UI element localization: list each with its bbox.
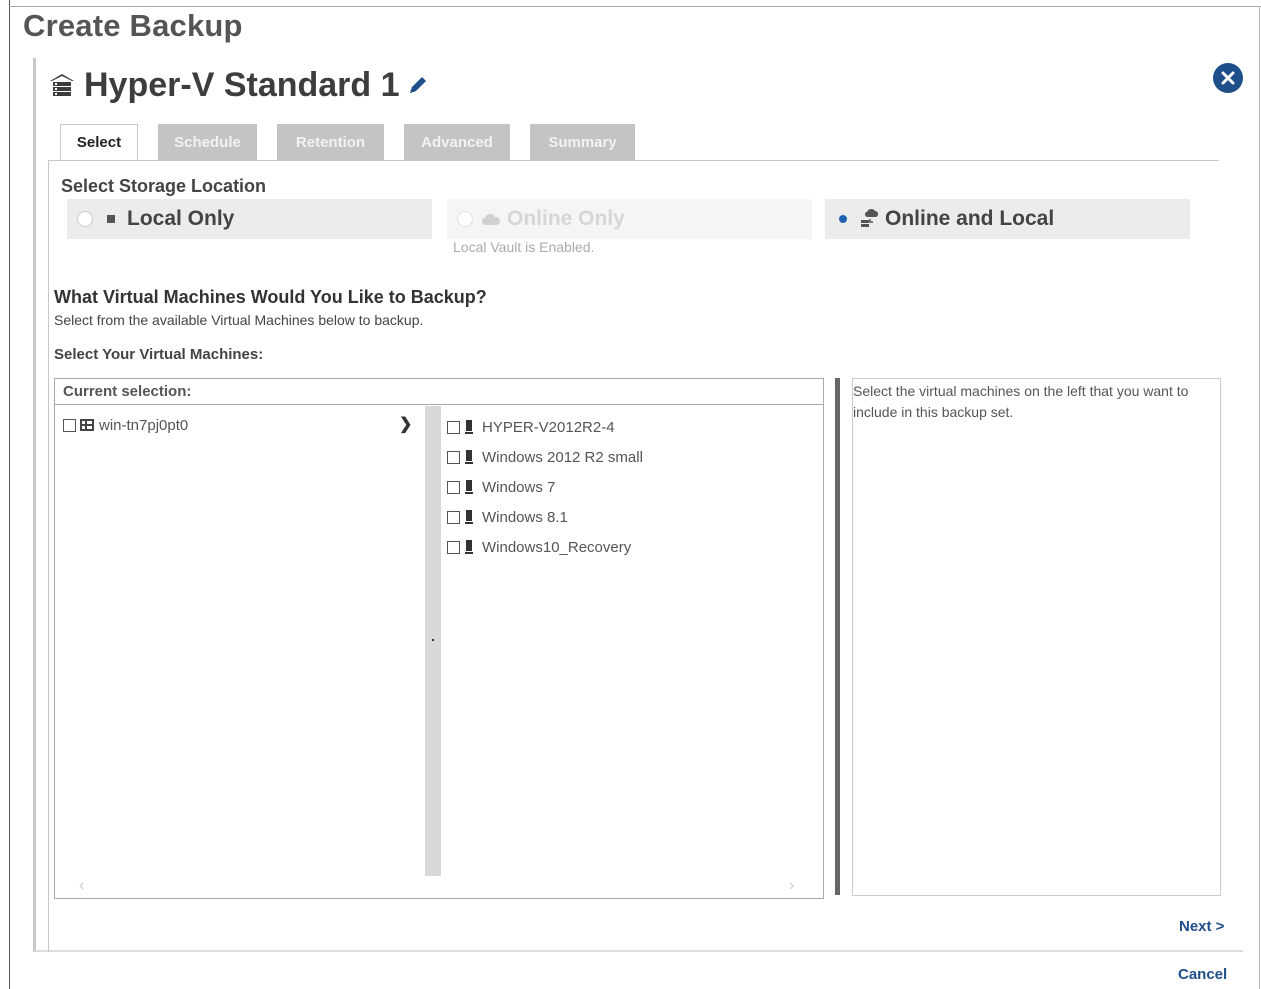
server-group-icon bbox=[79, 418, 95, 432]
pencil-icon[interactable] bbox=[408, 74, 430, 96]
cloud-icon bbox=[481, 209, 501, 229]
vm-label: Windows10_Recovery bbox=[482, 538, 632, 556]
host-list: win-tn7pj0pt0 ❯ bbox=[55, 406, 425, 876]
storage-option-label: Online and Local bbox=[885, 207, 1055, 230]
vm-label: Windows 8.1 bbox=[482, 508, 568, 526]
chevron-right-icon[interactable]: ❯ bbox=[399, 414, 412, 434]
cloud-local-icon bbox=[859, 209, 879, 229]
host-checkbox[interactable] bbox=[63, 418, 76, 432]
close-icon bbox=[1221, 71, 1235, 85]
backup-set-header: Hyper-V Standard 1 bbox=[48, 62, 430, 108]
window-top-border bbox=[9, 6, 1261, 7]
vm-checkbox[interactable] bbox=[447, 420, 460, 434]
vm-label: Windows 7 bbox=[482, 478, 556, 496]
storage-location-label: Select Storage Location bbox=[61, 176, 267, 196]
vm-tower-icon bbox=[465, 539, 475, 555]
local-vault-note: Local Vault is Enabled. bbox=[453, 239, 595, 255]
tab-schedule[interactable]: Schedule bbox=[158, 124, 257, 161]
storage-option-label: Local Only bbox=[127, 207, 235, 230]
cancel-button[interactable]: Cancel bbox=[1178, 966, 1227, 983]
next-button[interactable]: Next > bbox=[1179, 918, 1224, 935]
vm-subtitle: Select from the available Virtual Machin… bbox=[54, 312, 424, 328]
hyperv-server-icon bbox=[48, 71, 76, 99]
vm-label: Windows 2012 R2 small bbox=[482, 448, 643, 466]
page-title: Create Backup bbox=[23, 8, 243, 43]
vm-row-windows-7[interactable]: Windows 7 bbox=[447, 472, 817, 502]
vm-checkbox[interactable] bbox=[447, 450, 460, 464]
help-text: Select the virtual machines on the left … bbox=[853, 383, 1189, 420]
tab-retention[interactable]: Retention bbox=[277, 124, 384, 161]
tab-advanced[interactable]: Advanced bbox=[404, 124, 510, 161]
vm-checkbox[interactable] bbox=[447, 480, 460, 494]
vm-row-windows-8-1[interactable]: Windows 8.1 bbox=[447, 502, 817, 532]
wizard-tabs: Select Schedule Retention Advanced Summa… bbox=[60, 124, 655, 161]
current-selection-header: Current selection: bbox=[55, 379, 823, 405]
vm-checkbox[interactable] bbox=[447, 540, 460, 554]
vm-tower-icon bbox=[465, 509, 475, 525]
vm-question-heading: What Virtual Machines Would You Like to … bbox=[54, 287, 487, 307]
splitter-grip bbox=[432, 639, 434, 641]
host-row[interactable]: win-tn7pj0pt0 ❯ bbox=[63, 414, 413, 436]
window-right-border bbox=[1259, 6, 1260, 989]
vm-tower-icon bbox=[465, 449, 475, 465]
tab-summary[interactable]: Summary bbox=[530, 124, 635, 161]
pane-splitter[interactable] bbox=[425, 406, 441, 876]
vm-list: HYPER-V2012R2-4 Windows 2012 R2 small Wi… bbox=[447, 412, 817, 562]
backup-set-name: Hyper-V Standard 1 bbox=[84, 65, 400, 104]
tab-select[interactable]: Select bbox=[60, 124, 138, 161]
help-text-box: Select the virtual machines on the left … bbox=[852, 378, 1221, 896]
close-button[interactable] bbox=[1213, 63, 1243, 93]
radio-online-and-local[interactable] bbox=[835, 211, 851, 227]
storage-option-label: Online Only bbox=[507, 207, 625, 230]
radio-local-only[interactable] bbox=[77, 211, 93, 227]
storage-option-online-and-local[interactable]: Online and Local bbox=[825, 199, 1190, 239]
vm-tower-icon bbox=[465, 419, 475, 435]
vm-tower-icon bbox=[465, 479, 475, 495]
radio-selected-dot bbox=[839, 215, 847, 223]
storage-option-local-only[interactable]: Local Only bbox=[67, 199, 432, 239]
window-left-border bbox=[9, 0, 10, 989]
vm-checkbox[interactable] bbox=[447, 510, 460, 524]
disk-icon bbox=[101, 209, 121, 229]
help-divider bbox=[835, 378, 840, 895]
host-label: win-tn7pj0pt0 bbox=[99, 416, 189, 434]
scroll-right-icon[interactable]: › bbox=[789, 877, 794, 895]
scroll-left-icon[interactable]: ‹ bbox=[79, 877, 84, 895]
radio-online-only bbox=[457, 211, 473, 227]
vm-label: HYPER-V2012R2-4 bbox=[482, 418, 615, 436]
storage-option-online-only: Online Only bbox=[447, 199, 812, 239]
vm-row-hyper-v2012r2-4[interactable]: HYPER-V2012R2-4 bbox=[447, 412, 817, 442]
vm-row-windows-2012-r2-small[interactable]: Windows 2012 R2 small bbox=[447, 442, 817, 472]
vm-row-windows10-recovery[interactable]: Windows10_Recovery bbox=[447, 532, 817, 562]
vm-select-label: Select Your Virtual Machines: bbox=[54, 346, 264, 363]
vm-browser: Current selection: win-tn7pj0pt0 ❯ HYPER… bbox=[54, 378, 824, 899]
